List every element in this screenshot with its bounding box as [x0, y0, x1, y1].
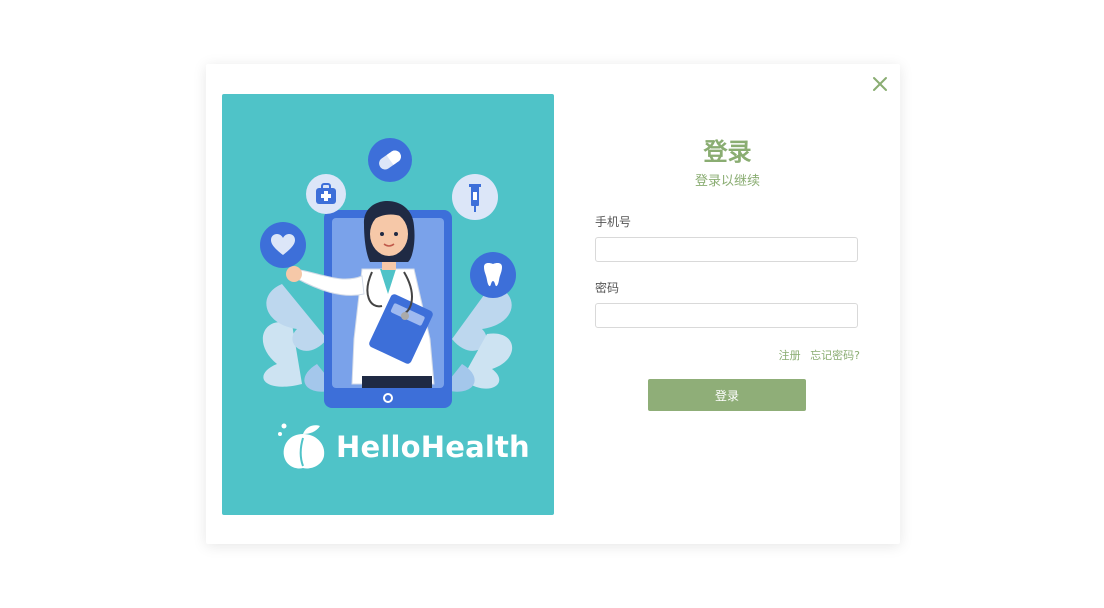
login-modal: HelloHealth 登录 登录以继续 手机号 密码 注册 忘记密码? 登录 [206, 64, 900, 544]
phone-input[interactable] [595, 237, 858, 262]
phone-label: 手机号 [595, 215, 632, 229]
login-form: 登录 登录以继续 手机号 密码 注册 忘记密码? 登录 [595, 64, 860, 544]
peach-logo-icon [278, 423, 325, 469]
pill-icon [368, 138, 412, 182]
forgot-password-link[interactable]: 忘记密码? [810, 349, 860, 362]
tooth-icon [470, 252, 516, 298]
syringe-icon [452, 174, 498, 220]
auth-links: 注册 忘记密码? [773, 347, 860, 363]
login-title: 登录 [703, 138, 752, 166]
first-aid-kit-icon [306, 174, 346, 214]
login-button[interactable]: 登录 [648, 379, 806, 411]
password-input[interactable] [595, 303, 858, 328]
password-label: 密码 [595, 281, 620, 295]
brand-name: HelloHealth [336, 430, 530, 464]
login-subtitle: 登录以继续 [694, 174, 760, 189]
close-button[interactable] [870, 74, 890, 94]
doctor-illustration: HelloHealth [222, 94, 554, 515]
close-icon [873, 77, 887, 91]
register-link[interactable]: 注册 [779, 349, 801, 362]
brand-logo: HelloHealth [276, 420, 530, 474]
heart-icon [260, 222, 306, 268]
